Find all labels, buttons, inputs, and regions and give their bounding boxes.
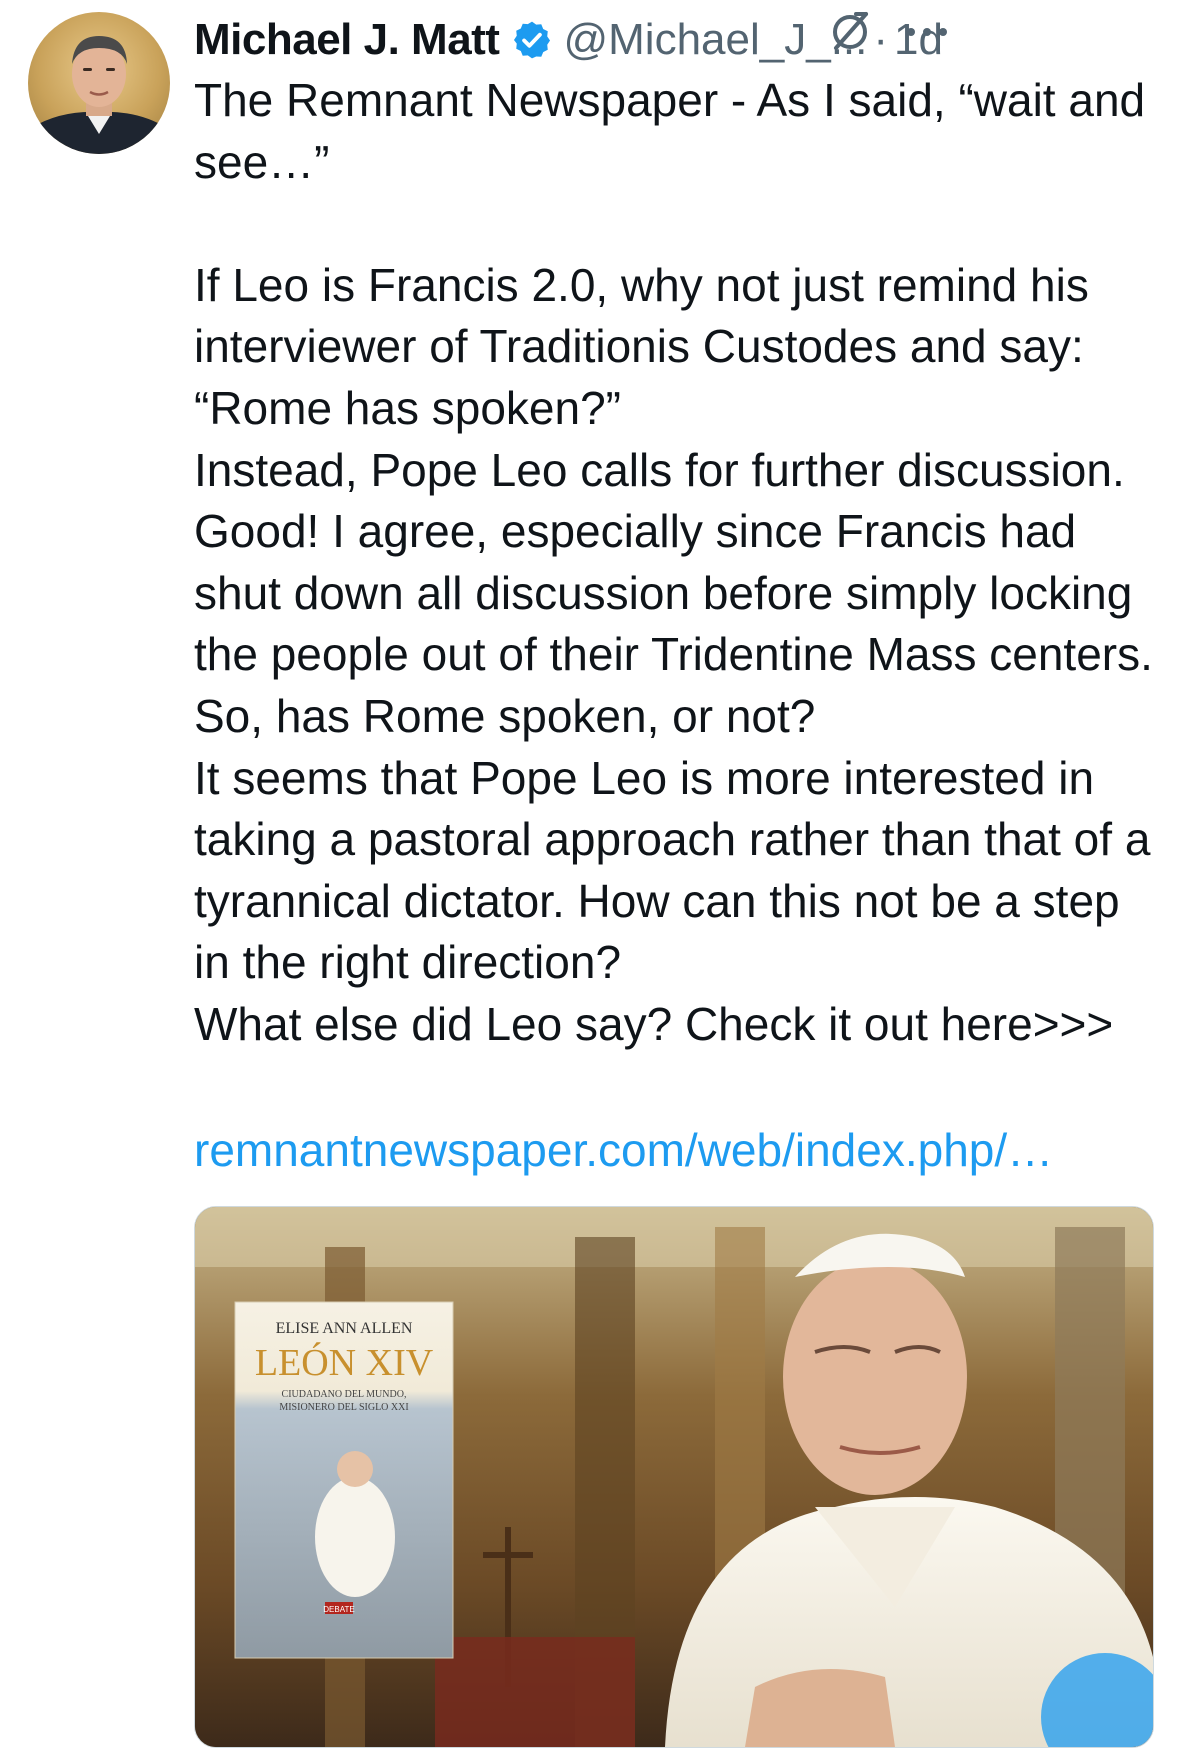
- tweet-text: The Remnant Newspaper - As I said, “wait…: [194, 74, 1153, 1050]
- tweet-media-image[interactable]: ELISE ANN ALLEN LEÓN XIV CIUDADANO DEL M…: [194, 1206, 1154, 1748]
- book-title: LEÓN XIV: [255, 1342, 434, 1384]
- author-handle[interactable]: @Michael_J_...: [563, 15, 867, 65]
- tweet-link[interactable]: remnantnewspaper.com/web/index.php/…: [194, 1119, 1154, 1181]
- header-separator: ·: [873, 15, 889, 64]
- tweet-header: Michael J. Matt @Michael_J_... · 1d: [194, 10, 1154, 70]
- author-name[interactable]: Michael J. Matt: [194, 15, 500, 65]
- avatar-portrait: [28, 36, 170, 154]
- book-cover: ELISE ANN ALLEN LEÓN XIV CIUDADANO DEL M…: [234, 1301, 454, 1659]
- media-illustration: ELISE ANN ALLEN LEÓN XIV CIUDADANO DEL M…: [195, 1207, 1153, 1747]
- book-subtitle-2: MISIONERO DEL SIGLO XXI: [279, 1402, 408, 1413]
- author-avatar[interactable]: [28, 12, 170, 154]
- publisher-logo: DEBATE: [323, 1605, 354, 1614]
- more-options-icon[interactable]: [900, 10, 954, 50]
- verified-badge-icon: [511, 19, 553, 61]
- grok-icon[interactable]: [826, 6, 874, 54]
- book-subtitle-1: CIUDADANO DEL MUNDO,: [282, 1389, 407, 1400]
- book-author: ELISE ANN ALLEN: [276, 1320, 413, 1337]
